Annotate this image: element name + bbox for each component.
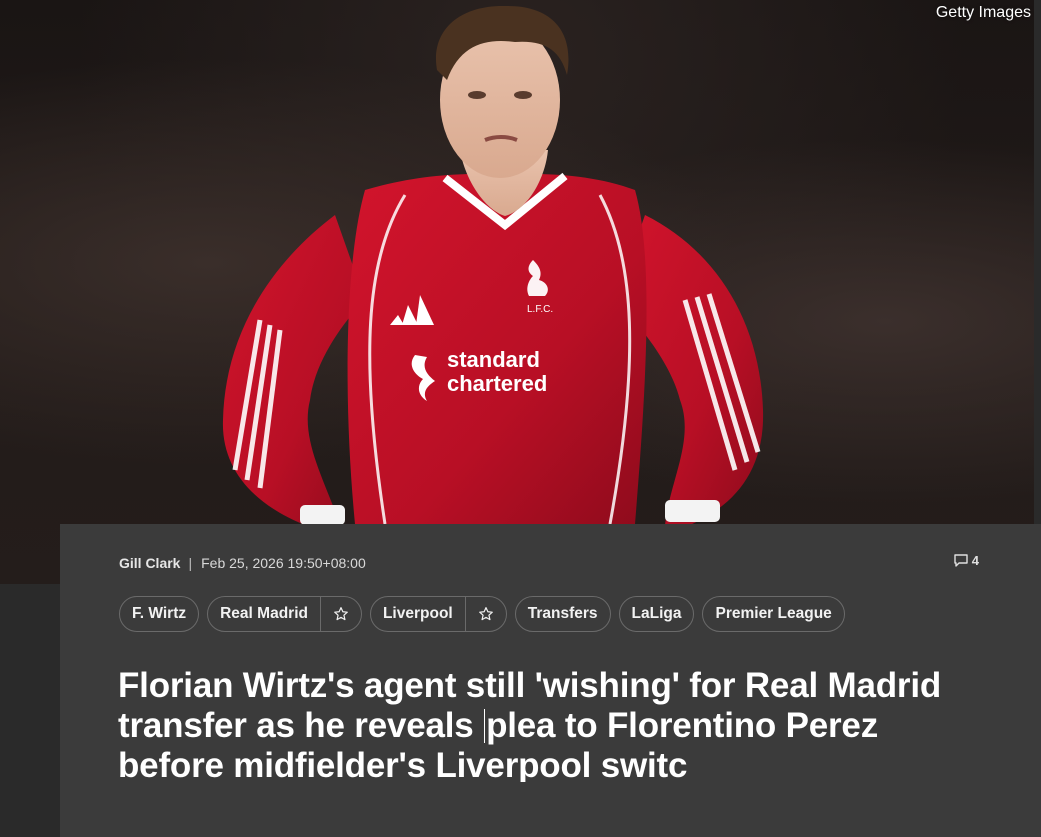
- tag-label: LaLiga: [631, 605, 682, 622]
- tag-label: Transfers: [527, 605, 598, 622]
- tag-label: Premier League: [715, 605, 832, 622]
- author-name[interactable]: Gill Clark: [119, 555, 180, 571]
- tag-premier-league[interactable]: Premier League: [702, 596, 845, 632]
- hero-edge: [1034, 0, 1041, 584]
- follow-liverpool-button[interactable]: [464, 597, 506, 631]
- crest-text: L.F.C.: [527, 304, 553, 315]
- tag-liverpool[interactable]: Liverpool: [369, 596, 507, 632]
- page-gutter: [0, 584, 60, 837]
- tag-real-madrid[interactable]: Real Madrid: [207, 596, 362, 632]
- player-photo: L.F.C. standard chartered: [222, 5, 764, 525]
- publish-timestamp: Feb 25, 2026 19:50+08:00: [201, 555, 366, 571]
- article-card: Gill Clark | Feb 25, 2026 19:50+08:00 4 …: [60, 524, 1041, 837]
- comments-link[interactable]: 4: [953, 553, 979, 568]
- follow-real-madrid-button[interactable]: [319, 597, 361, 631]
- text-cursor: [484, 709, 486, 743]
- article-meta: Gill Clark | Feb 25, 2026 19:50+08:00: [119, 553, 366, 573]
- photo-credit: Getty Images: [935, 4, 1031, 21]
- hero-image: L.F.C. standard chartered Getty Images: [0, 0, 1041, 584]
- comment-bubble-icon: [954, 554, 968, 567]
- tag-transfers[interactable]: Transfers: [514, 596, 611, 632]
- sponsor-line-1: standard: [447, 347, 540, 372]
- tag-label: F. Wirtz: [132, 605, 187, 622]
- tag-laliga[interactable]: LaLiga: [618, 596, 695, 632]
- headline-fade-overlay: [400, 782, 660, 837]
- star-outline-icon: [334, 607, 348, 621]
- comment-count: 4: [971, 553, 979, 568]
- meta-separator: |: [188, 555, 193, 571]
- sponsor-line-2: chartered: [447, 371, 547, 396]
- star-outline-icon: [478, 607, 493, 621]
- tag-label[interactable]: Real Madrid: [208, 605, 320, 623]
- tag-label[interactable]: Liverpool: [371, 605, 465, 623]
- tag-f-wirtz[interactable]: F. Wirtz: [119, 596, 200, 632]
- article-headline: Florian Wirtz's agent still 'wishing' fo…: [118, 666, 948, 786]
- tag-list: F. Wirtz Real Madrid Liverpool Transfers…: [119, 596, 845, 632]
